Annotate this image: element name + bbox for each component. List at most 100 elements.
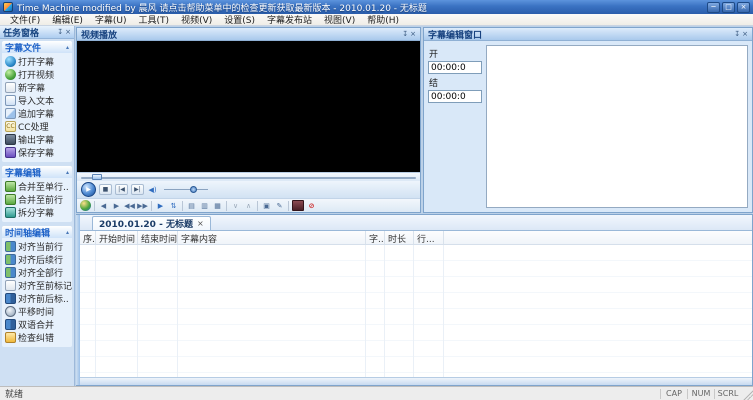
layout-rows-icon[interactable]: ▥ [199,200,210,211]
volume-thumb[interactable] [190,186,197,193]
sidebar-item-open-video[interactable]: 打开视频 [3,68,72,81]
collapse-icon[interactable]: ∨ [230,200,241,211]
sidebar-item-shift-time[interactable]: 平移时间 [3,305,72,318]
tab-label: 2010.01.20 - 无标题 [99,217,193,230]
edit-box-icon[interactable]: ▣ [261,200,272,211]
playback-controls: ▶ ■ |◀ ▶| ◀) [77,181,420,198]
column-duration[interactable]: 时长 [385,231,414,244]
minimize-button[interactable]: ─ [707,2,720,13]
seek-bar[interactable] [77,172,420,181]
sidebar-item-check-errors[interactable]: 检查纠错 [3,331,72,344]
sidebar-item-align-prev-mark[interactable]: 对齐至前标记 [3,279,72,292]
pin-icon[interactable]: ↧ [734,30,740,38]
start-time-label: 开 [429,47,482,60]
sidebar-item-align-following-lines[interactable]: 对齐后续行 [3,253,72,266]
menu-publish-site[interactable]: 字幕发布站 [261,13,318,26]
sidebar-item-new-subtitle[interactable]: 新字幕 [3,81,72,94]
section-header-timeline-edit[interactable]: 时间轴编辑 ▴ [2,226,72,238]
pin-icon[interactable]: ↧ [402,30,408,38]
swap-updown-icon[interactable]: ⇅ [168,200,179,211]
menu-edit[interactable]: 编辑(E) [46,13,89,26]
subtitle-text-area[interactable] [486,45,748,208]
column-start-time[interactable]: 开始时间 [96,231,138,244]
sidebar-item-align-marks[interactable]: 对齐前后标.. [3,292,72,305]
shift-time-icon [5,306,16,317]
play-line-icon[interactable]: ▶ [155,200,166,211]
tab-untitled[interactable]: 2010.01.20 - 无标题 × [92,216,211,230]
align-current-line-icon [5,241,16,252]
menu-help[interactable]: 帮助(H) [361,13,405,26]
jump-back-icon[interactable]: ◀ [98,200,109,211]
layout-grid-icon[interactable]: ▤ [186,200,197,211]
pin-icon[interactable]: ↧ [57,28,63,36]
volume-slider[interactable] [164,189,208,190]
sidebar-item-merge-prev-line[interactable]: 合并至前行 [3,193,72,206]
column-chars[interactable]: 字... [366,231,385,244]
sidebar-item-import-text[interactable]: 导入文本 [3,94,72,107]
new-subtitle-icon [5,82,16,93]
sidebar-item-bilingual-merge[interactable]: 双语合并 [3,318,72,331]
sidebar-item-align-current-line[interactable]: 对齐当前行 [3,240,72,253]
menu-settings[interactable]: 设置(S) [218,13,261,26]
section-timeline-edit: 时间轴编辑 ▴ 对齐当前行 对齐后续行 [2,226,72,347]
prev-button[interactable]: |◀ [115,184,128,195]
sidebar-item-save-subtitle[interactable]: 保存字幕 [3,146,72,159]
merge-prev-line-icon [5,194,16,205]
expand-icon[interactable]: ∧ [243,200,254,211]
menu-file[interactable]: 文件(F) [4,13,46,26]
seek-thumb[interactable] [92,174,102,180]
section-header-subtitle-files[interactable]: 字幕文件 ▴ [2,41,72,53]
column-end-time[interactable]: 结束时间 [138,231,178,244]
monitor-icon[interactable] [292,200,304,211]
grid-column [366,245,385,377]
close-icon[interactable]: × [410,30,416,38]
sidebar-item-align-all-lines[interactable]: 对齐全部行 [3,266,72,279]
status-bar: 就绪 CAP NUM SCRL [0,386,753,400]
append-subtitle-icon [5,108,16,119]
menu-subtitle[interactable]: 字幕(U) [89,13,133,26]
section-title: 字幕文件 [5,41,66,54]
sidebar-item-cc-process[interactable]: CC CC处理 [3,120,72,133]
close-button[interactable]: × [737,2,750,13]
sidebar-item-open-subtitle[interactable]: 打开字幕 [3,55,72,68]
column-content[interactable]: 字幕内容 [178,231,366,244]
sidebar-item-export-subtitle[interactable]: 输出字幕 [3,133,72,146]
speaker-icon[interactable]: ◀) [147,184,158,195]
maximize-button[interactable]: □ [722,2,735,13]
globe-icon[interactable] [80,200,91,211]
start-time-input[interactable] [428,61,482,74]
section-header-subtitle-edit[interactable]: 字幕编辑 ▴ [2,166,72,178]
column-lines[interactable]: 行... [414,231,444,244]
stop-button[interactable]: ■ [99,184,112,195]
forbid-icon[interactable]: ⊘ [306,200,317,211]
next-button[interactable]: ▶| [131,184,144,195]
sidebar-item-label: 合并至单行.. [18,180,69,193]
skip-back-icon[interactable]: ◀◀ [124,200,135,211]
tab-close-icon[interactable]: × [197,219,204,228]
column-index[interactable]: 序.. [80,231,96,244]
splitter[interactable] [76,215,80,385]
sidebar-item-append-subtitle[interactable]: 追加字幕 [3,107,72,120]
horizontal-scrollbar[interactable] [80,377,752,385]
close-icon[interactable]: × [742,30,748,38]
layout-cells-icon[interactable]: ▦ [212,200,223,211]
caps-lock-indicator: CAP [660,389,687,399]
menu-tools[interactable]: 工具(T) [133,13,176,26]
edit-pencil-icon[interactable]: ✎ [274,200,285,211]
subtitle-edit-panel-title: 字幕编辑窗口 [428,28,732,41]
table-body[interactable] [80,245,752,377]
section-subtitle-files: 字幕文件 ▴ 打开字幕 打开视频 [2,41,72,162]
video-panel-title: 视频播放 [81,28,400,41]
menu-view[interactable]: 视图(V) [318,13,361,26]
play-button[interactable]: ▶ [81,182,96,197]
menu-video[interactable]: 视频(V) [175,13,218,26]
skip-forward-icon[interactable]: ▶▶ [137,200,148,211]
close-icon[interactable]: × [65,28,71,36]
jump-forward-icon[interactable]: ▶ [111,200,122,211]
resize-grip[interactable] [741,388,753,400]
sidebar-item-split-subtitle[interactable]: 拆分字幕 [3,206,72,219]
section-items: 打开字幕 打开视频 新字幕 导入文本 [2,53,72,162]
sidebar-item-label: 新字幕 [18,81,45,94]
end-time-input[interactable] [428,90,482,103]
sidebar-item-merge-single-line[interactable]: 合并至单行.. [3,180,72,193]
